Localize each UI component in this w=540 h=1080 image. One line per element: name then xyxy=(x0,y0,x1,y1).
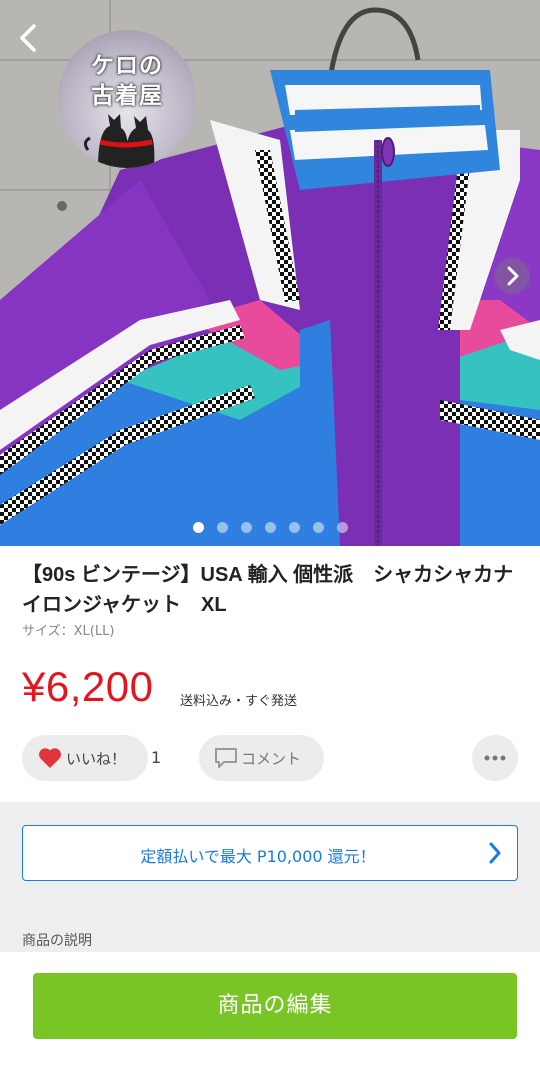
comment-label: コメント xyxy=(241,749,302,768)
cats-illustration xyxy=(83,114,155,168)
back-button[interactable] xyxy=(14,20,44,56)
product-title: 【90s ビンテージ】USA 輸入 個性派 シャカシャカナイロンジャケット XL xyxy=(22,564,514,616)
like-label: いいね！ xyxy=(66,749,127,768)
chevron-right-icon xyxy=(489,842,501,864)
like-count: 1 xyxy=(151,748,162,767)
like-button[interactable]: いいね！ xyxy=(22,735,148,781)
back-arrow-icon xyxy=(20,24,36,52)
carousel-dot[interactable] xyxy=(216,522,228,533)
product-size: サイズ：XL(LL) xyxy=(22,624,115,639)
product-price: ¥6,200 xyxy=(22,663,154,710)
promo-banner[interactable]: 定額払いで最大 P10,000 還元！ xyxy=(22,825,518,881)
product-image-carousel[interactable]: ケロの 古着屋 xyxy=(0,0,540,546)
shop-logo: ケロの 古着屋 xyxy=(58,30,196,168)
speech-bubble-icon xyxy=(215,748,237,768)
carousel-dot[interactable] xyxy=(192,522,204,533)
next-image-button[interactable] xyxy=(494,258,530,294)
carousel-page-indicator[interactable] xyxy=(0,522,540,534)
heart-icon xyxy=(39,748,61,768)
carousel-dot[interactable] xyxy=(240,522,252,533)
edit-listing-button[interactable]: 商品の編集 xyxy=(33,973,517,1039)
carousel-dot[interactable] xyxy=(312,522,324,533)
carousel-dot[interactable] xyxy=(264,522,276,533)
shipping-note: 送料込み・すぐ発送 xyxy=(180,694,298,709)
promo-text: 定額払いで最大 P10,000 還元！ xyxy=(140,847,376,866)
description-heading: 商品の説明 xyxy=(22,933,92,949)
carousel-dot[interactable] xyxy=(336,522,348,533)
more-options-button[interactable] xyxy=(472,735,518,781)
more-dots-icon xyxy=(484,755,506,761)
comment-button[interactable]: コメント xyxy=(199,735,324,781)
chevron-right-icon xyxy=(507,266,519,286)
carousel-dot[interactable] xyxy=(288,522,300,533)
